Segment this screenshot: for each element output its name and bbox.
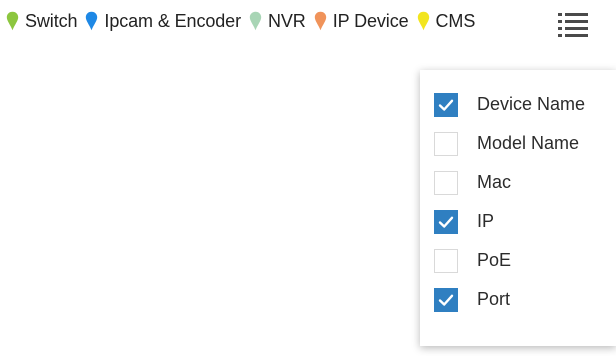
- map-pin-icon: [86, 11, 98, 31]
- legend-label: Ipcam & Encoder: [104, 11, 241, 31]
- menu-bar: [558, 13, 562, 16]
- legend-label: IP Device: [332, 11, 409, 31]
- checkbox-checked[interactable]: [434, 92, 458, 117]
- column-option-label: Device Name: [477, 94, 586, 114]
- column-option-model-name[interactable]: Model Name: [420, 124, 616, 163]
- menu-bar: [565, 20, 588, 23]
- map-pin-icon: [6, 11, 19, 31]
- column-option-device-name[interactable]: Device Name: [420, 85, 616, 124]
- checkmark-icon: [438, 216, 454, 228]
- map-pin-icon: [249, 11, 262, 31]
- map-pin-icon: [417, 11, 429, 31]
- menu-bar: [558, 20, 562, 23]
- map-pin-icon: [314, 11, 326, 31]
- legend-item-switch[interactable]: Switch: [6, 11, 78, 31]
- menu-bar: [565, 13, 588, 16]
- column-option-label: Model Name: [477, 133, 580, 153]
- menu-bar: [565, 34, 588, 37]
- device-type-legend: Switch Ipcam & Encoder NVR IP Device CMS: [6, 6, 483, 36]
- legend-label: NVR: [268, 11, 306, 31]
- column-option-label: IP: [477, 211, 495, 231]
- checkbox-unchecked[interactable]: [434, 170, 458, 195]
- legend-item-nvr[interactable]: NVR: [249, 11, 306, 31]
- legend-item-ip-device[interactable]: IP Device: [314, 11, 409, 31]
- checkmark-icon: [438, 99, 454, 111]
- column-option-label: PoE: [477, 250, 512, 270]
- menu-bar: [558, 27, 562, 30]
- menu-bar: [558, 34, 562, 37]
- legend-label: Switch: [25, 11, 78, 31]
- checkbox-checked[interactable]: [434, 287, 458, 312]
- column-option-mac[interactable]: Mac: [420, 163, 616, 202]
- column-visibility-dropdown: Device Name Model Name Mac IP PoE Port: [420, 70, 616, 346]
- column-option-port[interactable]: Port: [420, 280, 616, 319]
- column-option-label: Port: [477, 289, 511, 309]
- menu-bar: [565, 27, 588, 30]
- column-option-ip[interactable]: IP: [420, 202, 616, 241]
- column-option-label: Mac: [477, 172, 512, 192]
- device-map-view: Switch Ipcam & Encoder NVR IP Device CMS: [0, 0, 616, 356]
- column-option-poe[interactable]: PoE: [420, 241, 616, 280]
- legend-item-ipcam-encoder[interactable]: Ipcam & Encoder: [85, 11, 241, 31]
- checkbox-checked[interactable]: [434, 209, 458, 234]
- legend-label: CMS: [435, 11, 476, 31]
- legend-item-cms[interactable]: CMS: [417, 11, 476, 31]
- checkmark-icon: [438, 294, 454, 306]
- checkbox-unchecked[interactable]: [434, 131, 458, 156]
- list-menu-icon[interactable]: [558, 10, 588, 40]
- checkbox-unchecked[interactable]: [434, 248, 458, 273]
